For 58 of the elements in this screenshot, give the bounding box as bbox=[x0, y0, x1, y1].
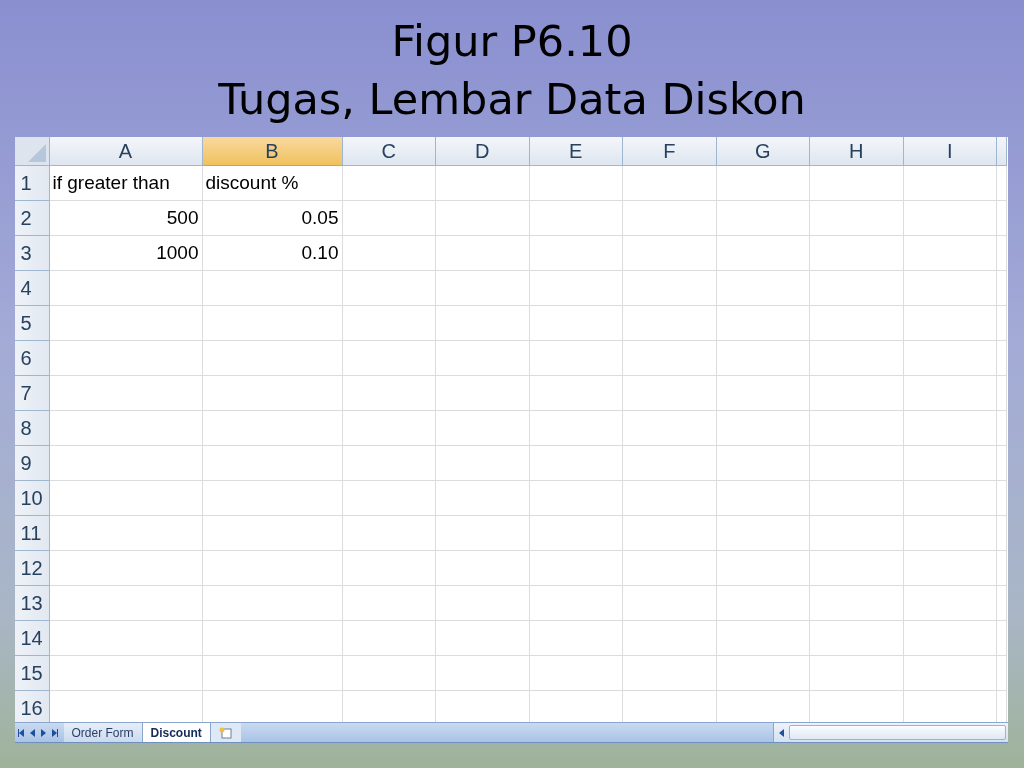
column-header[interactable]: D bbox=[436, 137, 530, 166]
row-header[interactable]: 6 bbox=[14, 341, 50, 376]
empty-cell bbox=[997, 236, 1007, 271]
column-header[interactable]: G bbox=[716, 137, 810, 166]
row-header[interactable]: 1 bbox=[14, 166, 50, 201]
sheet-tab[interactable]: Order Form bbox=[63, 723, 143, 742]
table-cell: discount % bbox=[202, 166, 343, 201]
slide-title: Figur P6.10 bbox=[391, 14, 633, 68]
empty-cell bbox=[997, 621, 1007, 656]
row-header[interactable]: 9 bbox=[14, 446, 50, 481]
row-header[interactable]: 3 bbox=[14, 236, 50, 271]
empty-cell bbox=[997, 446, 1007, 481]
scroll-thumb[interactable] bbox=[788, 725, 1006, 740]
table-cell: 0.10 bbox=[202, 236, 343, 271]
column-header[interactable]: H bbox=[810, 137, 904, 166]
row-header[interactable]: 10 bbox=[14, 481, 50, 516]
empty-cell bbox=[997, 411, 1007, 446]
empty-cell bbox=[997, 656, 1007, 691]
slide-title: Tugas, Lembar Data Diskon bbox=[218, 72, 806, 126]
table-cell: 500 bbox=[49, 201, 203, 236]
scroll-left-icon[interactable] bbox=[777, 728, 785, 737]
table-cell: 1000 bbox=[49, 236, 203, 271]
column-header[interactable]: A bbox=[49, 137, 203, 166]
row-header[interactable]: 16 bbox=[14, 691, 50, 722]
empty-cell bbox=[997, 271, 1007, 306]
table-cell: if greater than bbox=[49, 166, 203, 201]
sheet-tab[interactable]: Discount bbox=[142, 723, 211, 742]
last-sheet-icon[interactable] bbox=[50, 728, 58, 737]
new-sheet-icon bbox=[218, 726, 233, 739]
row-header[interactable]: 5 bbox=[14, 306, 50, 341]
row-header[interactable]: 11 bbox=[14, 516, 50, 551]
column-header[interactable]: C bbox=[342, 137, 436, 166]
column-header[interactable]: I bbox=[903, 137, 997, 166]
row-header[interactable]: 14 bbox=[14, 621, 50, 656]
empty-cell bbox=[997, 586, 1007, 621]
empty-cell bbox=[997, 341, 1007, 376]
column-header[interactable]: F bbox=[623, 137, 717, 166]
column-header[interactable]: B bbox=[202, 137, 343, 166]
empty-cell bbox=[997, 516, 1007, 551]
first-sheet-icon[interactable] bbox=[17, 728, 25, 737]
row-header[interactable]: 4 bbox=[14, 271, 50, 306]
horizontal-scrollbar[interactable] bbox=[772, 723, 1008, 742]
row-header[interactable]: 8 bbox=[14, 411, 50, 446]
previous-sheet-icon[interactable] bbox=[28, 728, 36, 737]
empty-cell bbox=[997, 201, 1007, 236]
column-header[interactable]: E bbox=[529, 137, 623, 166]
row-header[interactable]: 12 bbox=[14, 551, 50, 586]
empty-cell bbox=[997, 551, 1007, 586]
row-header[interactable]: 13 bbox=[14, 586, 50, 621]
empty-cell bbox=[997, 376, 1007, 411]
empty-cell bbox=[997, 306, 1007, 341]
empty-cell bbox=[997, 481, 1007, 516]
table-cell: 0.05 bbox=[202, 201, 343, 236]
row-header[interactable]: 15 bbox=[14, 656, 50, 691]
row-header[interactable]: 7 bbox=[14, 376, 50, 411]
next-sheet-icon[interactable] bbox=[39, 728, 47, 737]
corner-triangle-icon bbox=[27, 144, 46, 162]
row-header[interactable]: 2 bbox=[14, 201, 50, 236]
